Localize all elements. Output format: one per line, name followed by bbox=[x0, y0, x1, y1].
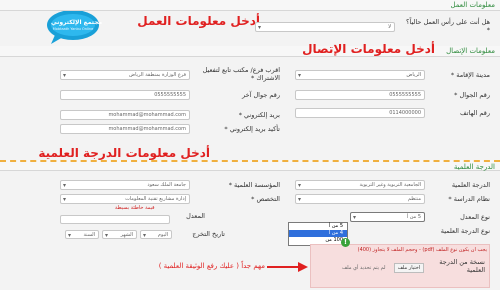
site-logo: مجتمع الإلكتروني Mobtaath Yanbu Online bbox=[45, 8, 103, 46]
contact-annotation: أدخل معلومات الإتصال bbox=[302, 42, 435, 56]
important-note: مهم جداً ( عليك رفع الوثيقة العلمية ) bbox=[158, 262, 265, 270]
institution-select[interactable]: جامعة الملك سعود bbox=[60, 180, 190, 190]
logo-brand: مجتمع الإلكتروني bbox=[51, 19, 103, 26]
work-annotation: أدخل معلومات العمل bbox=[137, 14, 260, 28]
email-confirm-label: تأكيد بريد إلكتروني * bbox=[224, 125, 280, 133]
mobile-input[interactable]: 0555555555 bbox=[295, 90, 425, 100]
arrow-right-icon bbox=[267, 262, 308, 272]
city-label: مدينة الإقامة * bbox=[450, 71, 490, 79]
on-duty-select[interactable]: لا bbox=[255, 22, 395, 32]
gpa-label: المعدل bbox=[186, 212, 205, 220]
gpa-option[interactable]: 5 من أ bbox=[289, 223, 347, 230]
mobile2-label: رقم جوال آخر bbox=[241, 91, 280, 99]
gpa-type-dropdown[interactable]: 5 من أ 4 من أ 100 من bbox=[288, 222, 348, 246]
gpa-type-label: نوع المعدل bbox=[460, 213, 490, 221]
gpa-input[interactable] bbox=[60, 215, 170, 224]
graduation-date-label: تاريخ التخرج bbox=[192, 230, 225, 238]
degree-section-title: الدرجة العلمية bbox=[453, 163, 495, 171]
email-input[interactable]: mohammad@mohammad.com bbox=[60, 110, 190, 120]
grad-month-select[interactable]: الشهر bbox=[102, 230, 137, 239]
gpa-option[interactable]: 100 من bbox=[289, 237, 347, 244]
upload-alert-icon: ! bbox=[341, 238, 350, 247]
choose-file-button[interactable]: اختيار ملف bbox=[394, 263, 424, 273]
degree-select[interactable]: الجامعية التربوية وغير التربوية bbox=[295, 180, 425, 190]
study-system-label: نظام الدراسة * bbox=[448, 195, 490, 203]
email-label: بريد إلكتروني * bbox=[238, 111, 280, 119]
contact-section-title: معلومات الإتصال bbox=[446, 47, 495, 55]
no-file-text: لم يتم تحديد أي ملف bbox=[342, 265, 386, 271]
on-duty-label: هل أنت على رأس العمل حالياً؟ * bbox=[406, 18, 490, 34]
upload-file-label: نسخة من الدرجة العلمية bbox=[439, 258, 485, 274]
mobile-label: رقم الجوال * bbox=[454, 91, 490, 99]
gpa-type-select[interactable]: 5 من أ bbox=[350, 212, 425, 222]
phone-label: رقم الهاتف bbox=[460, 109, 490, 117]
work-section-title: معلومات العمل bbox=[450, 1, 495, 9]
degree-section-header: الدرجة العلمية bbox=[0, 160, 500, 171]
phone-input[interactable]: 0114000000 bbox=[295, 108, 425, 118]
email-confirm-input[interactable]: mohammad@mohammad.com bbox=[60, 124, 190, 134]
major-label: التخصص * bbox=[251, 195, 280, 203]
degree-label: الدرجة العلمية bbox=[451, 181, 490, 189]
city-select[interactable]: الرياض bbox=[295, 70, 425, 80]
institution-label: المؤسسة العلمية * bbox=[228, 181, 280, 189]
grad-year-select[interactable]: السنة bbox=[65, 230, 99, 239]
mobile2-input[interactable]: 0555555555 bbox=[60, 90, 190, 100]
logo-subtitle: Mobtaath Yanbu Online bbox=[52, 27, 94, 31]
study-system-select[interactable]: منتظم bbox=[295, 194, 425, 204]
office-select[interactable]: فرع الوزارة بمنطقة الرياض bbox=[60, 70, 190, 80]
upload-warning: يجب أن يكون نوع الملف (pdf) - وحجم الملف… bbox=[357, 247, 487, 253]
degree-annotation: أدخل معلومات الدرجة العلمية bbox=[38, 146, 210, 160]
grade-type-label: نوع الدرجة العلمية bbox=[440, 227, 490, 235]
work-section-header: معلومات العمل bbox=[0, 0, 500, 11]
major-select[interactable]: إدارة مشاريع تقنية المعلومات bbox=[60, 194, 190, 204]
grad-day-select[interactable]: اليوم bbox=[140, 230, 172, 239]
gpa-hint: قيمة خاطئة بسيطة bbox=[115, 205, 155, 211]
office-label: اقرب فرع/ مكتب تابع لتفعيل الاشتراك * bbox=[202, 66, 280, 82]
gpa-option-selected[interactable]: 4 من أ bbox=[289, 230, 347, 237]
